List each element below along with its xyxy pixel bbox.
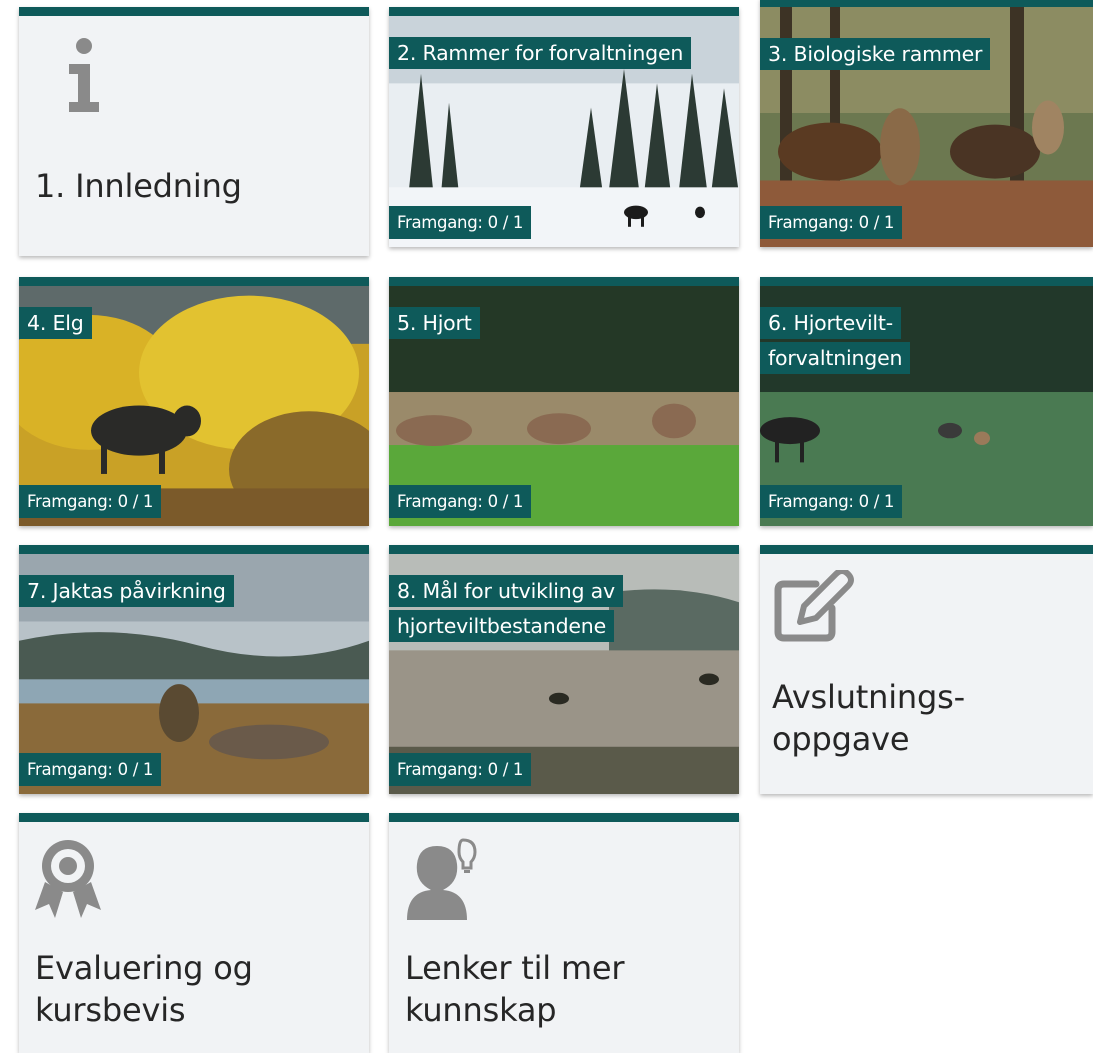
edit-icon [772,568,854,646]
tile-title: 6. Hjortevilt-forvaltningen [760,306,950,376]
tile-avslutningsoppgave[interactable]: Avslutnings- oppgave [760,545,1093,794]
progress-badge: Framgang: 0 / 1 [389,753,532,786]
tile-title: 2. Rammer for forvaltningen [389,36,692,71]
tile-title: 8. Mål for utvikling av hjorteviltbestan… [389,574,689,644]
progress-badge: Framgang: 0 / 1 [19,485,162,518]
progress-badge: Framgang: 0 / 1 [760,485,903,518]
progress-badge: Framgang: 0 / 1 [389,485,532,518]
tile-title: Lenker til mer kunnskap [405,949,625,1029]
tile-rammer-for-forvaltningen[interactable]: 2. Rammer for forvaltningen Framgang: 0 … [389,7,739,247]
tile-lenker-til-mer-kunnskap[interactable]: Lenker til mer kunnskap [389,813,739,1053]
tile-jaktas-pavirkning[interactable]: 7. Jaktas påvirkning Framgang: 0 / 1 [19,545,369,794]
tile-title: 3. Biologiske rammer [760,37,991,72]
tile-title: 7. Jaktas påvirkning [19,574,234,609]
tile-hjort[interactable]: 5. Hjort Framgang: 0 / 1 [389,277,739,526]
progress-badge: Framgang: 0 / 1 [760,206,903,239]
tile-mal-for-utvikling[interactable]: 8. Mål for utvikling av hjorteviltbestan… [389,545,739,794]
tile-evaluering-og-kursbevis[interactable]: Evaluering og kursbevis [19,813,369,1053]
progress-badge: Framgang: 0 / 1 [19,753,162,786]
tile-title: Evaluering og kursbevis [35,949,253,1029]
award-icon [33,838,103,924]
tile-title: Avslutnings- oppgave [772,678,965,758]
info-icon [59,36,109,120]
tile-elg[interactable]: 4. Elg Framgang: 0 / 1 [19,277,369,526]
user-idea-icon [401,836,483,924]
tile-title: 4. Elg [19,306,92,341]
tile-biologiske-rammer[interactable]: 3. Biologiske rammer Framgang: 0 / 1 [760,0,1093,247]
tile-title: 5. Hjort [389,306,480,341]
tile-title: 1. Innledning [35,167,242,205]
tile-innledning[interactable]: 1. Innledning [19,7,369,256]
progress-badge: Framgang: 0 / 1 [389,206,532,239]
tile-hjortevilt-forvaltningen[interactable]: 6. Hjortevilt-forvaltningen Framgang: 0 … [760,277,1093,526]
